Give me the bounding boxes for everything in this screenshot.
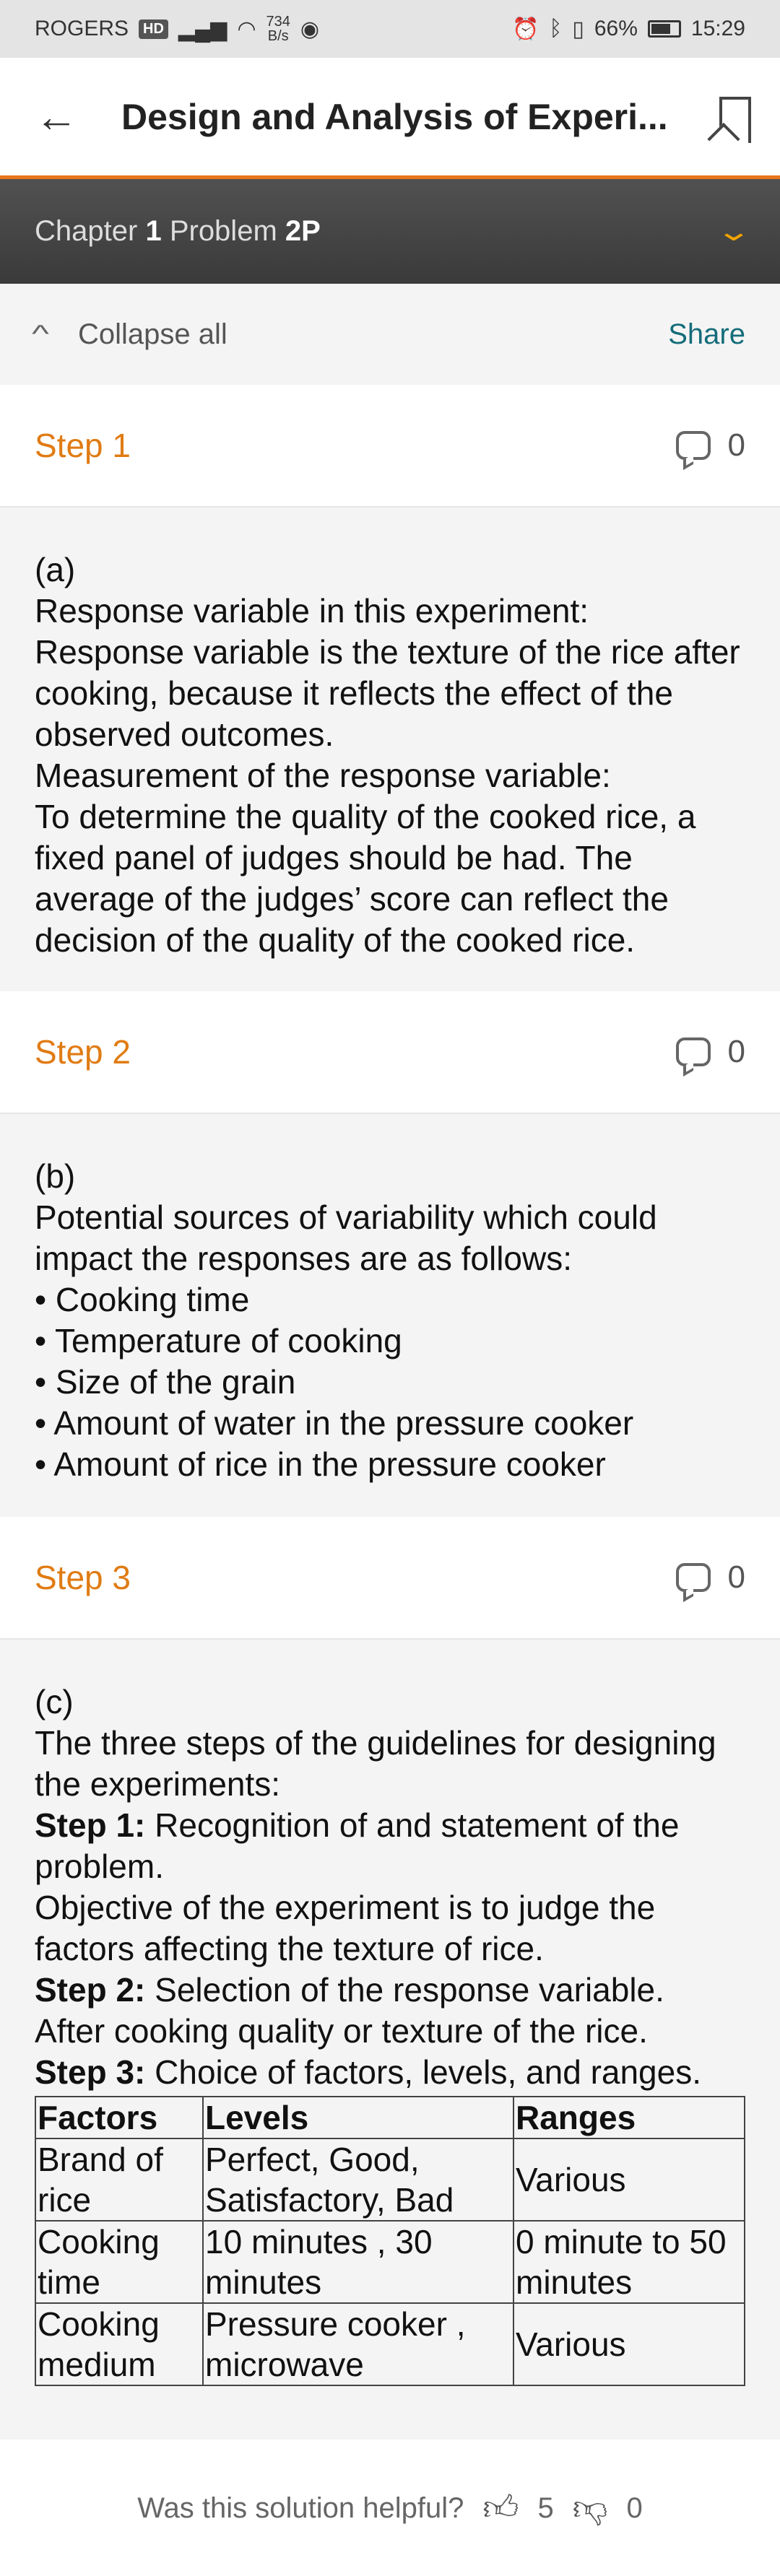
chapter-label: Chapter <box>35 215 138 247</box>
problem-label: Problem <box>169 215 277 247</box>
step-text: (c) <box>35 1683 74 1720</box>
step-header[interactable]: Step 1 0 <box>0 385 780 508</box>
table-cell: Brand of rice <box>35 2138 204 2222</box>
battery-percent: 66% <box>594 17 638 40</box>
comments-button[interactable]: 0 <box>675 1559 745 1596</box>
comment-count: 0 <box>727 427 745 463</box>
factors-table: Factors Levels Ranges Brand of rice Perf… <box>35 2096 745 2386</box>
bullet-item: • Amount of rice in the pressure cooker <box>35 1445 606 1483</box>
bullet-item: • Temperature of cooking <box>35 1322 402 1359</box>
step-text: Step 3: Choice of factors, levels, and r… <box>35 2052 745 2093</box>
step-title: Step 1 <box>35 427 131 464</box>
substep-label: Step 2: <box>35 1971 146 2009</box>
controls-row: ^ Collapse all Share <box>0 284 780 385</box>
step-text: Response variable in this experiment: <box>35 592 589 630</box>
bullet-item: • Size of the grain <box>35 1363 296 1401</box>
table-cell: Cooking medium <box>35 2302 204 2386</box>
wifi-icon: ◠ <box>237 17 256 41</box>
chevron-up-icon: ^ <box>32 320 49 348</box>
step-body: (c) The three steps of the guidelines fo… <box>0 1640 780 2440</box>
table-header-cell: Levels <box>202 2096 514 2139</box>
step-text: Potential sources of variability which c… <box>35 1198 657 1277</box>
step-text: After cooking quality or texture of the … <box>35 2012 648 2050</box>
comment-count: 0 <box>727 1559 745 1595</box>
table-cell: Perfect, Good, Satisfactory, Bad <box>202 2138 514 2222</box>
status-bar: ROGERS HD ▂▄▆ ◠ 734 B/s ◉ ⏰ ᛒ ▯ 66% 15:29 <box>0 0 780 58</box>
step-text: Response variable is the texture of the … <box>35 633 740 753</box>
feedback-bar: Was this solution helpful? 👍︎ 5 👎︎ 0 <box>0 2440 780 2576</box>
collapse-all-label: Collapse all <box>77 318 228 350</box>
dislike-count: 0 <box>626 2492 643 2524</box>
like-count: 5 <box>537 2492 554 2524</box>
chapter-problem-label: Chapter 1 Problem 2P <box>35 215 321 248</box>
signal-icon: ▂▄▆ <box>178 17 228 41</box>
table-cell: Various <box>513 2302 745 2386</box>
comment-icon <box>675 1037 711 1066</box>
comment-icon <box>675 1563 711 1592</box>
bullet-item: • Amount of water in the pressure cooker <box>35 1404 634 1442</box>
network-rate: 734 B/s <box>266 14 290 43</box>
step-text: Measurement of the response variable: <box>35 757 611 794</box>
substep-label: Step 1: <box>35 1806 146 1844</box>
bluetooth-icon: ᛒ <box>549 17 563 40</box>
problem-number: 2P <box>285 215 321 247</box>
step-title: Step 2 <box>35 1033 131 1071</box>
substep-label: Step 3: <box>35 2053 146 2091</box>
alarm-icon: ⏰ <box>512 17 540 41</box>
chevron-down-icon[interactable]: ⌄ <box>716 215 753 248</box>
step-text: Step 2: Selection of the response variab… <box>35 1970 745 2011</box>
battery-icon <box>647 20 681 38</box>
bookmark-icon[interactable] <box>719 97 751 143</box>
comment-count: 0 <box>727 1034 745 1069</box>
back-arrow-icon[interactable]: ← <box>35 95 87 139</box>
thumbs-up-icon[interactable]: 👍︎ <box>482 2487 519 2529</box>
step-text: Step 1: Recognition of and statement of … <box>35 1805 745 1887</box>
step-title: Step 3 <box>35 1559 131 1596</box>
step-text: (a) <box>35 551 76 588</box>
comments-button[interactable]: 0 <box>675 427 745 464</box>
carrier-name: ROGERS <box>35 17 129 40</box>
table-cell: Cooking time <box>35 2220 204 2304</box>
table-row: Cooking time 10 minutes , 30 minutes 0 m… <box>35 2220 745 2304</box>
table-row: Brand of rice Perfect, Good, Satisfactor… <box>35 2138 745 2222</box>
chapter-selector[interactable]: Chapter 1 Problem 2P ⌄ <box>0 179 780 284</box>
table-row: Cooking medium Pressure cooker , microwa… <box>35 2302 745 2386</box>
share-button[interactable]: Share <box>668 318 745 351</box>
thumbs-down-icon[interactable]: 👎︎ <box>573 2487 608 2529</box>
comment-icon <box>675 431 711 460</box>
eye-icon: ◉ <box>300 17 320 41</box>
collapse-all-button[interactable]: ^ Collapse all <box>32 318 228 351</box>
step-header[interactable]: Step 3 0 <box>0 1517 780 1640</box>
network-rate-value: 734 <box>266 14 290 30</box>
table-cell: 10 minutes , 30 minutes <box>202 2220 514 2304</box>
step-body: (a) Response variable in this experiment… <box>0 508 780 991</box>
table-header-row: Factors Levels Ranges <box>35 2096 745 2139</box>
hd-badge: HD <box>139 19 168 39</box>
table-cell: 0 minute to 50 minutes <box>513 2220 745 2304</box>
vibrate-icon: ▯ <box>572 17 584 41</box>
step-text: (b) <box>35 1157 76 1195</box>
table-cell: Various <box>513 2138 745 2222</box>
substep-text: Choice of factors, levels, and ranges. <box>145 2053 701 2091</box>
step-text: To determine the quality of the cooked r… <box>35 798 696 959</box>
clock: 15:29 <box>690 17 745 40</box>
chapter-number: 1 <box>145 215 162 247</box>
feedback-question: Was this solution helpful? <box>137 2492 464 2524</box>
page-title: Design and Analysis of Experi... <box>121 96 668 137</box>
app-bar: ← Design and Analysis of Experi... <box>0 58 780 179</box>
step-text: The three steps of the guidelines for de… <box>35 1724 716 1803</box>
step-body: (b) Potential sources of variability whi… <box>0 1114 780 1517</box>
table-header-cell: Ranges <box>513 2096 745 2139</box>
step-text: Objective of the experiment is to judge … <box>35 1889 656 1967</box>
network-rate-unit: B/s <box>267 28 289 44</box>
table-header-cell: Factors <box>35 2096 204 2139</box>
substep-text: Selection of the response variable. <box>145 1971 664 2009</box>
bullet-item: • Cooking time <box>35 1281 250 1318</box>
step-header[interactable]: Step 2 0 <box>0 991 780 1114</box>
comments-button[interactable]: 0 <box>675 1034 745 1070</box>
table-cell: Pressure cooker , microwave <box>202 2302 514 2386</box>
